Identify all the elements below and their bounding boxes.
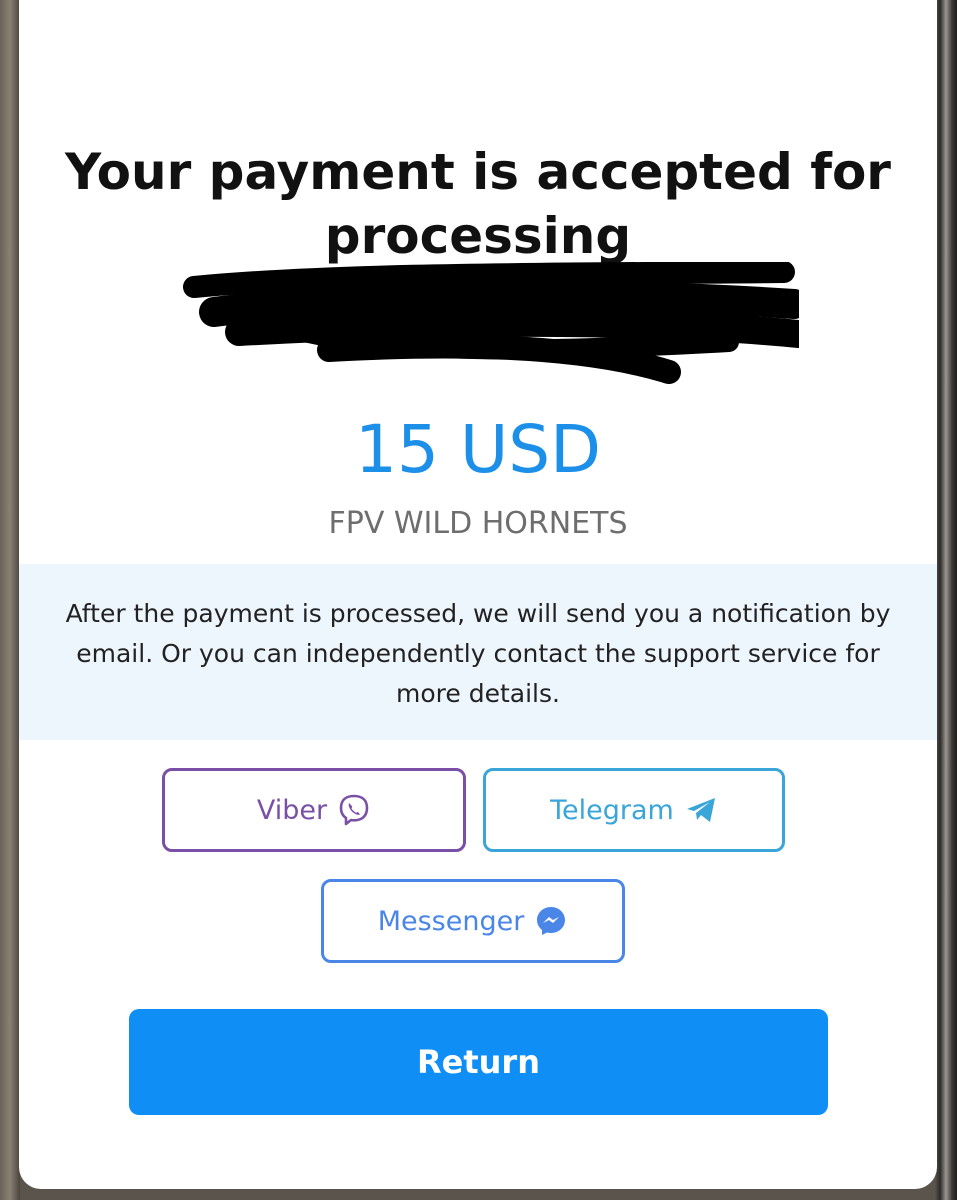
notice-text: After the payment is processed, we will … <box>65 599 891 708</box>
telegram-button[interactable]: Telegram <box>483 768 785 852</box>
notice-panel: After the payment is processed, we will … <box>19 564 937 740</box>
messenger-icon <box>534 904 568 938</box>
dialog-title: Your payment is accepted for processing <box>65 143 891 265</box>
messenger-button-label: Messenger <box>377 905 525 937</box>
payment-status-dialog: Your payment is accepted for processing … <box>19 0 937 1189</box>
telegram-button-label: Telegram <box>550 794 674 826</box>
merchant-name: FPV WILD HORNETS <box>328 506 628 541</box>
messenger-button[interactable]: Messenger <box>321 879 625 963</box>
viber-button-label: Viber <box>256 794 328 826</box>
return-button[interactable]: Return <box>129 1009 828 1115</box>
payment-amount: 15 USD <box>355 411 601 488</box>
viber-icon <box>337 793 371 827</box>
redaction-scribble <box>183 262 799 384</box>
viber-button[interactable]: Viber <box>162 768 466 852</box>
telegram-icon <box>684 793 718 827</box>
